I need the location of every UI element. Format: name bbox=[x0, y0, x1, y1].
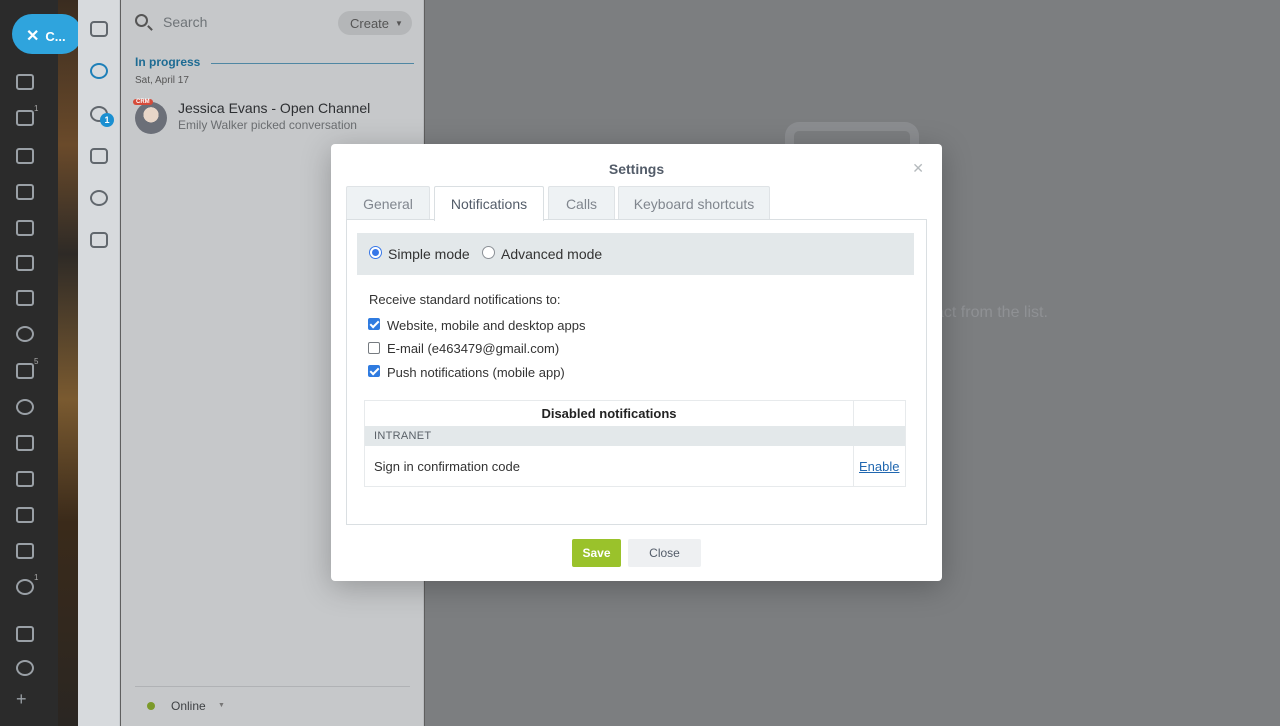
close-slider-label: C... bbox=[45, 29, 66, 44]
disabled-notifications-table: Disabled notifications INTRANET Sign in … bbox=[364, 400, 906, 487]
empty-state-text: act from the list. bbox=[935, 304, 1048, 321]
table-divider bbox=[853, 446, 854, 487]
tab-notifications[interactable]: Notifications bbox=[434, 186, 544, 221]
push-checkbox[interactable] bbox=[368, 365, 380, 377]
apps-checkbox-label[interactable]: Website, mobile and desktop apps bbox=[387, 318, 586, 333]
section-date: Sat, April 17 bbox=[135, 75, 189, 86]
dialog-title: Settings bbox=[608, 161, 665, 177]
messenger-icon-column: 1 bbox=[78, 0, 120, 726]
rail-apps-icon[interactable] bbox=[16, 435, 34, 451]
create-button[interactable]: Create ▼ bbox=[338, 11, 412, 35]
notifications-badge: 1 bbox=[100, 113, 114, 127]
status-chevron-icon[interactable]: ▼ bbox=[218, 702, 225, 709]
close-icon: ✕ bbox=[26, 28, 40, 45]
close-icon[interactable]: ✕ bbox=[912, 160, 924, 177]
chat-item-subtitle: Emily Walker picked conversation bbox=[178, 118, 357, 132]
table-divider bbox=[853, 401, 854, 426]
rail-clock-icon[interactable] bbox=[16, 326, 34, 342]
tab-keyboard-shortcuts[interactable]: Keyboard shortcuts bbox=[618, 186, 770, 220]
chat-item-title[interactable]: Jessica Evans - Open Channel bbox=[178, 100, 370, 116]
simple-mode-radio[interactable] bbox=[369, 246, 382, 259]
notes-icon[interactable] bbox=[90, 232, 108, 248]
chevron-down-icon: ▼ bbox=[395, 19, 403, 28]
rail-cart-icon[interactable] bbox=[16, 290, 34, 306]
tab-general[interactable]: General bbox=[346, 186, 430, 220]
rail-feed-icon[interactable] bbox=[16, 74, 34, 90]
rail-more-badge: 1 bbox=[34, 573, 39, 582]
apps-checkbox[interactable] bbox=[368, 318, 380, 330]
close-button[interactable]: Close bbox=[628, 539, 701, 567]
rail-contacts-icon[interactable] bbox=[16, 220, 34, 236]
rail-tasks-icon[interactable] bbox=[16, 110, 34, 126]
rail-add-icon[interactable]: + bbox=[16, 690, 34, 708]
rail-chat-icon[interactable] bbox=[16, 148, 34, 164]
open-lines-icon[interactable] bbox=[90, 63, 108, 79]
tab-calls[interactable]: Calls bbox=[548, 186, 615, 220]
email-checkbox-label[interactable]: E-mail (e463479@gmail.com) bbox=[387, 341, 559, 356]
table-group-label: INTRANET bbox=[365, 426, 905, 446]
section-divider bbox=[211, 63, 414, 64]
table-row-label: Sign in confirmation code bbox=[374, 459, 520, 474]
rail-calendar-icon[interactable] bbox=[16, 255, 34, 271]
search-box[interactable]: Search bbox=[135, 12, 335, 34]
rail-image-icon[interactable] bbox=[16, 471, 34, 487]
enable-link[interactable]: Enable bbox=[859, 459, 899, 474]
status-online-icon bbox=[147, 702, 155, 710]
status-divider bbox=[135, 686, 410, 687]
close-slider-button[interactable]: ✕ C... bbox=[12, 14, 82, 54]
rail-filter-icon[interactable] bbox=[16, 363, 34, 379]
search-icon bbox=[135, 14, 148, 27]
avatar[interactable] bbox=[135, 102, 167, 134]
rail-tasks-badge: 1 bbox=[34, 104, 39, 113]
mode-selector: Simple mode Advanced mode bbox=[357, 233, 914, 275]
push-checkbox-label[interactable]: Push notifications (mobile app) bbox=[387, 365, 565, 380]
chat-bubble-icon[interactable] bbox=[90, 21, 108, 37]
section-title: In progress bbox=[135, 55, 201, 69]
rail-target-icon[interactable] bbox=[16, 399, 34, 415]
rail-sitemap-icon[interactable] bbox=[16, 626, 34, 642]
gear-icon[interactable] bbox=[90, 190, 108, 206]
simple-mode-label[interactable]: Simple mode bbox=[388, 246, 470, 262]
settings-dialog: Settings ✕ General Notifications Calls K… bbox=[331, 144, 942, 581]
notifications-panel: Simple mode Advanced mode Receive standa… bbox=[346, 219, 927, 525]
rail-groups-icon[interactable] bbox=[16, 184, 34, 200]
rail-more-icon[interactable] bbox=[16, 579, 34, 595]
save-button[interactable]: Save bbox=[572, 539, 621, 567]
rail-document-icon[interactable] bbox=[16, 543, 34, 559]
phone-icon[interactable] bbox=[90, 148, 108, 164]
advanced-mode-radio[interactable] bbox=[482, 246, 495, 259]
disabled-notifications-header: Disabled notifications bbox=[541, 406, 677, 421]
status-selector[interactable]: Online bbox=[171, 699, 206, 713]
crm-badge: CRM bbox=[133, 99, 153, 105]
background-photo bbox=[58, 0, 78, 726]
receive-label: Receive standard notifications to: bbox=[369, 292, 561, 307]
rail-filter-badge: 5 bbox=[34, 357, 39, 366]
advanced-mode-label[interactable]: Advanced mode bbox=[501, 246, 602, 262]
create-button-label: Create bbox=[350, 16, 390, 31]
email-checkbox[interactable] bbox=[368, 342, 380, 354]
search-input[interactable]: Search bbox=[163, 14, 207, 30]
rail-phone-icon[interactable] bbox=[16, 507, 34, 523]
rail-settings-icon[interactable] bbox=[16, 660, 34, 676]
